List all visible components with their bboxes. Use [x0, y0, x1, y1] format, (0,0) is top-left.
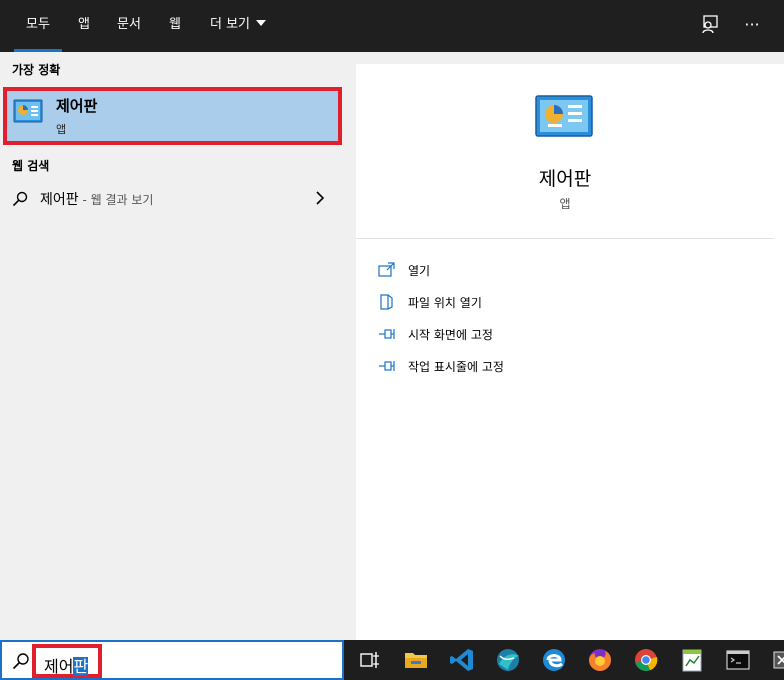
web-result-suffix: - 웹 결과 보기	[78, 193, 154, 207]
web-result-query: 제어판	[40, 192, 79, 208]
divider	[356, 238, 774, 239]
taskbar	[344, 640, 784, 680]
control-panel-icon	[13, 99, 43, 123]
search-selected-text: 판	[73, 657, 89, 676]
notepad-icon[interactable]	[678, 646, 706, 674]
search-filter-bar: 모두 앱 문서 웹 더 보기 ···	[0, 0, 784, 52]
file-explorer-icon[interactable]	[402, 646, 430, 674]
firefox-icon[interactable]	[586, 646, 614, 674]
tab-documents-label: 문서	[117, 17, 141, 32]
best-match-subtitle: 앱	[56, 123, 67, 136]
web-search-result[interactable]: 제어판 - 웹 결과 보기	[0, 185, 344, 213]
tab-all-label: 모두	[26, 17, 50, 32]
pin-taskbar-label: 작업 표시줄에 고정	[408, 360, 504, 374]
more-options-icon[interactable]: ···	[740, 14, 764, 38]
tab-all[interactable]: 모두	[14, 0, 62, 52]
tab-more[interactable]: 더 보기	[200, 0, 276, 52]
edge-icon[interactable]	[540, 646, 568, 674]
tab-apps-label: 앱	[78, 17, 90, 32]
tab-web-label: 웹	[169, 17, 181, 32]
pin-start-icon	[379, 329, 395, 339]
tab-documents[interactable]: 문서	[110, 0, 148, 52]
app-icon[interactable]	[494, 646, 522, 674]
tab-apps[interactable]: 앱	[70, 0, 98, 52]
best-match-result[interactable]: 제어판 앱	[3, 87, 342, 145]
best-match-header: 가장 정확	[12, 63, 61, 77]
vscode-icon[interactable]	[448, 646, 476, 674]
search-query: 제어판	[44, 653, 89, 677]
feedback-icon[interactable]	[698, 14, 722, 38]
search-box[interactable]: 제어판	[0, 640, 344, 680]
file-location-icon	[380, 294, 393, 310]
search-icon	[12, 653, 29, 670]
search-typed-text: 제어	[44, 657, 74, 676]
preview-title: 제어판	[538, 168, 592, 190]
chrome-icon[interactable]	[632, 646, 660, 674]
web-search-header: 웹 검색	[12, 159, 50, 173]
task-view-icon[interactable]	[356, 646, 384, 674]
preview-subtitle: 앱	[559, 197, 571, 211]
control-panel-icon	[535, 95, 593, 137]
file-location-label: 파일 위치 열기	[408, 296, 482, 310]
chevron-down-icon	[256, 20, 266, 26]
open-label: 열기	[408, 264, 431, 278]
search-icon	[12, 191, 28, 207]
preview-pane: 제어판 앱 열기 파일 위치 열기 시작 화면에 고정 작업 표시줄에 고정	[356, 64, 784, 640]
overflow-icon[interactable]	[768, 646, 784, 674]
more-options-glyph: ···	[744, 15, 760, 34]
best-match-title: 제어판	[56, 97, 98, 115]
web-result-text: 제어판 - 웹 결과 보기	[40, 189, 153, 209]
chevron-right-icon[interactable]	[314, 191, 326, 205]
tab-more-label: 더 보기	[209, 17, 250, 32]
terminal-icon[interactable]	[724, 646, 752, 674]
tab-web[interactable]: 웹	[160, 0, 190, 52]
open-icon	[378, 262, 395, 277]
search-input[interactable]: 제어판	[32, 644, 102, 678]
pin-taskbar-icon	[379, 361, 395, 371]
results-pane: 가장 정확 제어판 앱 웹 검색 제어판 - 웹 결과 보기	[0, 52, 344, 640]
pin-start-label: 시작 화면에 고정	[408, 328, 493, 342]
